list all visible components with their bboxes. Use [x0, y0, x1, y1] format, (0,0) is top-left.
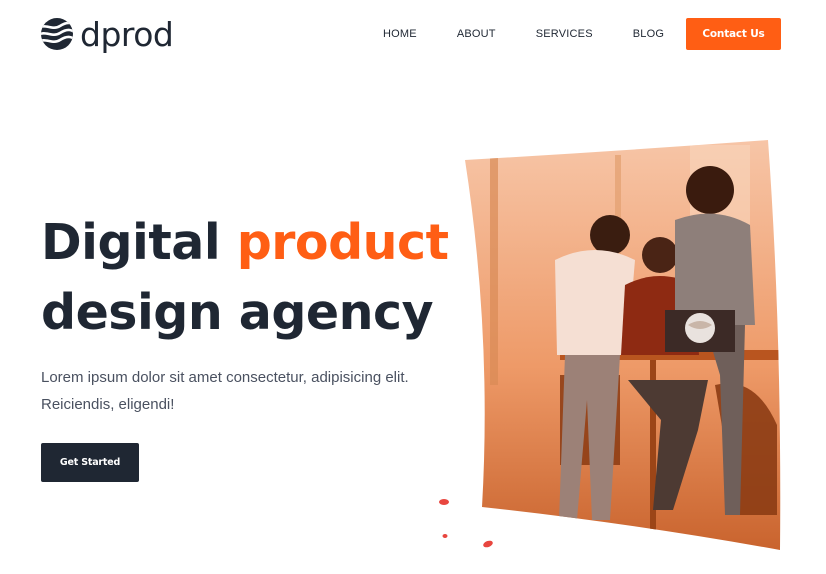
logo-text: dprod	[80, 14, 174, 54]
contact-us-button[interactable]: Contact Us	[686, 18, 781, 50]
nav-about[interactable]: ABOUT	[457, 27, 496, 41]
get-started-button[interactable]: Get Started	[41, 443, 139, 482]
hero-description-line2: Reiciendis, eligendi!	[41, 396, 175, 413]
nav-services[interactable]: SERVICES	[536, 27, 593, 41]
logo-icon	[41, 18, 73, 50]
logo-link[interactable]: dprod	[40, 14, 174, 54]
hero-description: Lorem ipsum dolor sit amet consectetur, …	[41, 364, 441, 418]
main-nav: HOME ABOUT SERVICES BLOG	[383, 27, 664, 41]
hero-title-part2: design agency	[41, 284, 434, 341]
nav-blog[interactable]: BLOG	[633, 27, 664, 41]
site-header: dprod HOME ABOUT SERVICES BLOG Contact U…	[0, 0, 826, 70]
hero-title: Digital product design agency	[41, 208, 449, 348]
hero-title-part1: Digital	[41, 214, 237, 271]
decorative-dots	[439, 499, 493, 548]
nav-home[interactable]: HOME	[383, 27, 417, 41]
hero-description-line1: Lorem ipsum dolor sit amet consectetur, …	[41, 369, 409, 386]
hero-title-accent: product	[236, 214, 449, 271]
